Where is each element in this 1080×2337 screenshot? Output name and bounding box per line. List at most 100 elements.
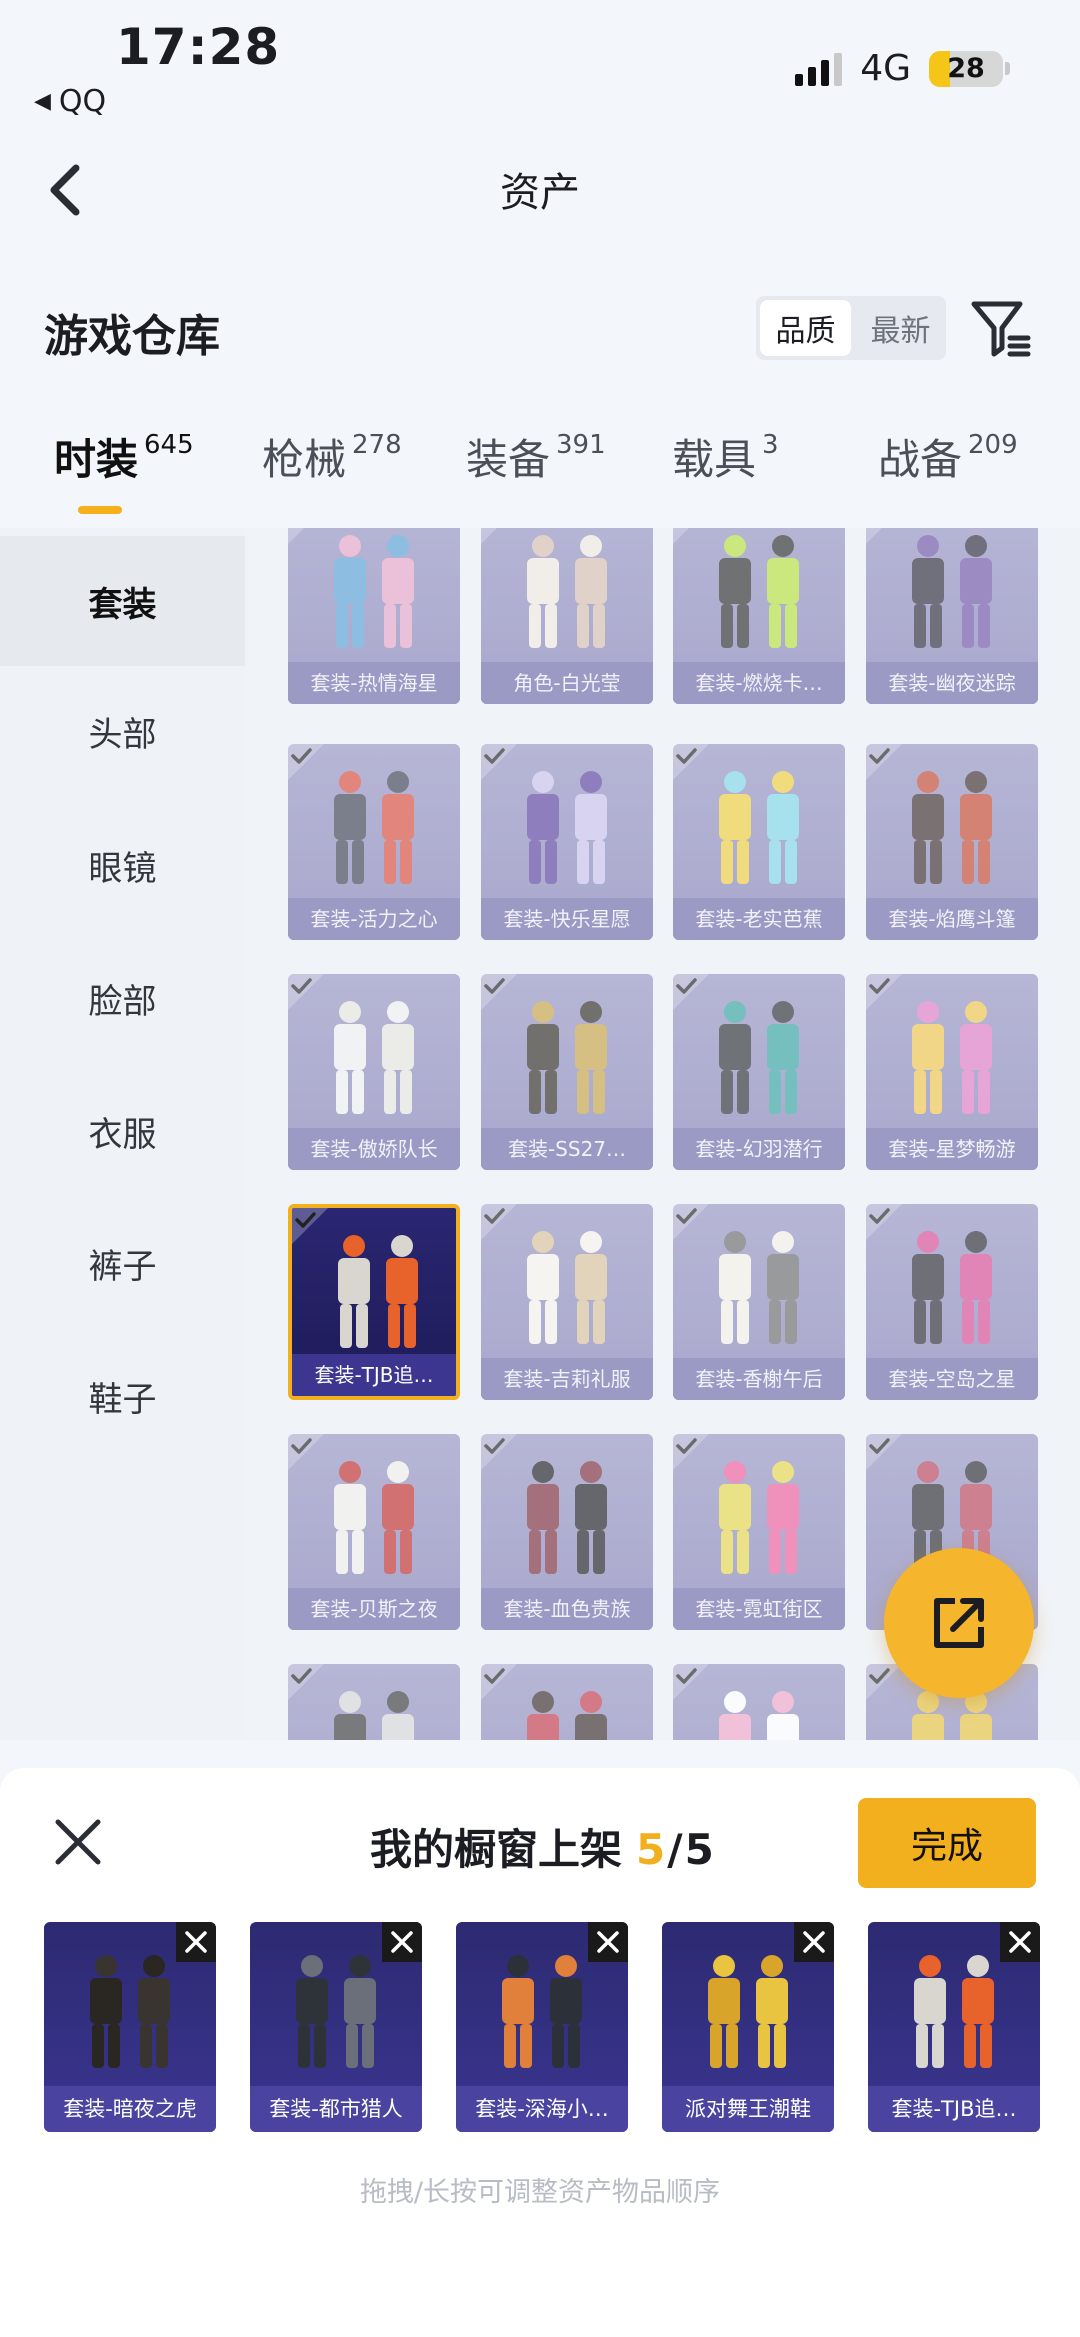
tab-fashion[interactable]: 时装 645: [54, 430, 194, 490]
showcase-count-total: 5: [684, 1825, 714, 1874]
grid-item[interactable]: 角色-白光莹: [481, 528, 653, 704]
showcase-title-text: 我的橱窗上架: [370, 1825, 623, 1874]
grid-item-caption: 套装-燃烧卡…: [673, 662, 845, 704]
grid-item[interactable]: 套装-SS27…: [481, 974, 653, 1170]
outfit-image: [876, 760, 1028, 900]
outfit-image: [491, 990, 643, 1130]
grid-item[interactable]: 套装-老实芭蕉: [673, 744, 845, 940]
grid-item[interactable]: [673, 1664, 845, 1740]
grid-item-caption: 套装-老实芭蕉: [673, 898, 845, 940]
grid-item-caption: 套装-TJB追…: [292, 1354, 456, 1396]
remove-item-button[interactable]: [588, 1922, 628, 1962]
sidebar-item-glasses[interactable]: 眼镜: [0, 800, 245, 930]
close-icon: [391, 1931, 413, 1953]
showcase-item[interactable]: 套装-都市猎人: [250, 1922, 422, 2132]
showcase-item[interactable]: 套装-深海小…: [456, 1922, 628, 2132]
showcase-item[interactable]: 套装-暗夜之虎: [44, 1922, 216, 2132]
outfit-image: [683, 1220, 835, 1360]
battery-icon: 28: [929, 50, 1010, 87]
sidebar-item-head[interactable]: 头部: [0, 666, 245, 796]
remove-item-button[interactable]: [794, 1922, 834, 1962]
sidebar-item-pants[interactable]: 裤子: [0, 1198, 245, 1328]
done-button[interactable]: 完成: [858, 1798, 1036, 1888]
outfit-image: [672, 1944, 824, 2084]
sidebar-item-face[interactable]: 脸部: [0, 933, 245, 1063]
outfit-image: [683, 1450, 835, 1590]
outfit-image: [683, 990, 835, 1130]
sidebar-item-suit[interactable]: 套装: [0, 536, 245, 666]
sidebar: 套装 头部 眼镜 脸部 衣服 裤子 鞋子: [0, 528, 245, 1740]
grid-item[interactable]: 套装-TJB追…: [288, 1204, 460, 1400]
tab-supplies[interactable]: 战备 209: [878, 430, 1018, 490]
outfit-image: [298, 528, 450, 664]
active-tab-indicator: [78, 506, 122, 514]
grid-item[interactable]: 套装-快乐星愿: [481, 744, 653, 940]
tab-weapons[interactable]: 枪械 278: [262, 430, 402, 490]
outfit-image: [878, 1944, 1030, 2084]
grid-item[interactable]: 套装-热情海星: [288, 528, 460, 704]
sort-option-quality[interactable]: 品质: [760, 300, 851, 356]
remove-item-button[interactable]: [176, 1922, 216, 1962]
showcase-count-current: 5: [636, 1825, 666, 1874]
showcase-item-caption: 套装-暗夜之虎: [44, 2086, 216, 2132]
outfit-image: [876, 528, 1028, 664]
outfit-image: [683, 528, 835, 664]
grid-item-caption: 套装-活力之心: [288, 898, 460, 940]
section-title: 游戏仓库: [44, 311, 220, 362]
grid-item[interactable]: [288, 1664, 460, 1740]
outfit-image: [298, 1680, 450, 1740]
grid-item[interactable]: [481, 1664, 653, 1740]
grid-item[interactable]: 套装-活力之心: [288, 744, 460, 940]
grid-item-caption: 套装-幻羽潜行: [673, 1128, 845, 1170]
outfit-image: [298, 1450, 450, 1590]
showcase-item-caption: 套装-都市猎人: [250, 2086, 422, 2132]
filter-icon: [971, 301, 1031, 357]
outfit-image: [876, 990, 1028, 1130]
grid-item[interactable]: 套装-幽夜迷踪: [866, 528, 1038, 704]
showcase-item[interactable]: 派对舞王潮鞋: [662, 1922, 834, 2132]
outfit-image: [491, 528, 643, 664]
close-icon: [803, 1931, 825, 1953]
sidebar-item-clothes[interactable]: 衣服: [0, 1066, 245, 1196]
share-button[interactable]: [884, 1548, 1034, 1698]
grid-item-caption: 套装-香榭午后: [673, 1358, 845, 1400]
grid-item[interactable]: 套装-燃烧卡…: [673, 528, 845, 704]
grid-item[interactable]: 套装-焰鹰斗篷: [866, 744, 1038, 940]
grid-item[interactable]: 套装-傲娇队长: [288, 974, 460, 1170]
grid-item[interactable]: 套装-贝斯之夜: [288, 1434, 460, 1630]
filter-button[interactable]: [970, 298, 1032, 360]
tab-vehicles[interactable]: 载具 3: [672, 430, 779, 490]
grid-item-caption: 套装-幽夜迷踪: [866, 662, 1038, 704]
close-icon: [1009, 1931, 1031, 1953]
back-to-app-link[interactable]: ◀ QQ: [34, 84, 106, 119]
outfit-image: [491, 760, 643, 900]
showcase-item-caption: 派对舞王潮鞋: [662, 2086, 834, 2132]
showcase-item[interactable]: 套装-TJB追…: [868, 1922, 1040, 2132]
grid-item-caption: 套装-贝斯之夜: [288, 1588, 460, 1630]
outfit-image: [298, 990, 450, 1130]
outfit-image: [683, 1680, 835, 1740]
tab-equipment[interactable]: 装备 391: [466, 430, 606, 490]
outfit-image: [491, 1220, 643, 1360]
close-panel-button[interactable]: [52, 1816, 104, 1868]
sort-option-latest[interactable]: 最新: [855, 296, 946, 360]
remove-item-button[interactable]: [1000, 1922, 1040, 1962]
grid-item-caption: 套装-空岛之星: [866, 1358, 1038, 1400]
grid-item[interactable]: 套装-香榭午后: [673, 1204, 845, 1400]
battery-level: 28: [947, 53, 985, 84]
grid-item[interactable]: 套装-空岛之星: [866, 1204, 1038, 1400]
showcase-item-caption: 套装-深海小…: [456, 2086, 628, 2132]
close-icon: [55, 1819, 101, 1865]
grid-item-caption: 套装-血色贵族: [481, 1588, 653, 1630]
grid-item[interactable]: 套装-霓虹街区: [673, 1434, 845, 1630]
grid-item[interactable]: 套装-吉莉礼服: [481, 1204, 653, 1400]
close-icon: [185, 1931, 207, 1953]
signal-icon: [795, 52, 843, 86]
grid-item[interactable]: 套装-血色贵族: [481, 1434, 653, 1630]
outfit-image: [298, 760, 450, 900]
grid-item[interactable]: 套装-幻羽潜行: [673, 974, 845, 1170]
sidebar-item-shoes[interactable]: 鞋子: [0, 1331, 245, 1461]
grid-item-caption: 套装-傲娇队长: [288, 1128, 460, 1170]
grid-item[interactable]: 套装-星梦畅游: [866, 974, 1038, 1170]
remove-item-button[interactable]: [382, 1922, 422, 1962]
